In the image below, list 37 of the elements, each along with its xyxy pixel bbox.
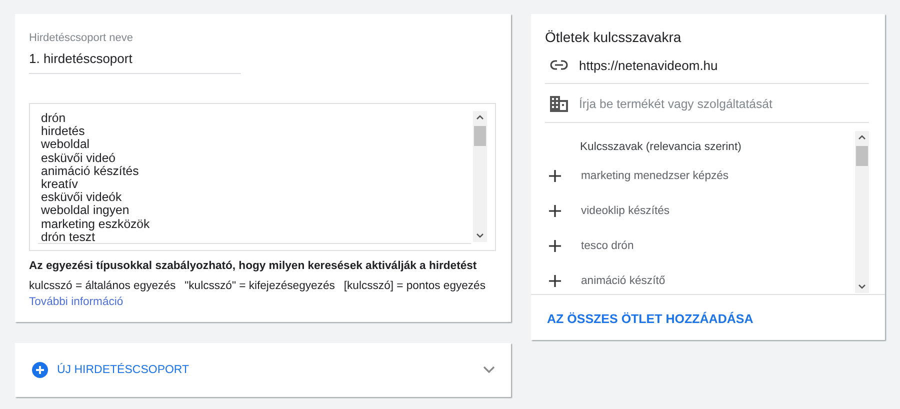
match-types-heading: Az egyezési típusokkal szabályozható, hogy milyen keresések aktiválják a hirdetést xyxy=(29,260,477,272)
chevron-icon[interactable] xyxy=(483,366,495,374)
scrollbar[interactable] xyxy=(855,131,869,294)
match-type-text: kulcsszó = általános egyezés xyxy=(29,280,176,292)
add-icon[interactable] xyxy=(549,170,561,182)
keyword-line: drón xyxy=(41,112,66,126)
group-name-field[interactable]: 1. hirdetéscsoport xyxy=(29,51,241,74)
keyword-line: kreatív xyxy=(41,178,78,192)
add-all-ideas-button[interactable]: AZ ÖSSZES ÖTLET HOZZÁADÁSA xyxy=(547,312,754,326)
keyword-line: esküvői videó xyxy=(41,152,116,165)
keyword-line: marketing eszközök xyxy=(41,218,150,231)
keyword-suggestion[interactable]: videoklip készítés xyxy=(581,204,670,216)
new-ad-group-button[interactable]: ÚJ HIRDETÉSCSOPORT xyxy=(32,362,190,378)
keyword-suggestion[interactable]: tesco drón xyxy=(581,240,634,252)
list-header: Kulcsszavak (relevancia szerint) xyxy=(579,140,742,155)
keyword-line: animáció készítés xyxy=(41,164,139,178)
match-type-text: "kulcsszó" = kifejezésegyezés xyxy=(184,280,335,292)
add-icon[interactable] xyxy=(549,240,561,252)
more-info-link[interactable]: További információ xyxy=(29,296,124,308)
link-icon xyxy=(550,60,568,70)
website-url: https://netenavideom.hu xyxy=(579,58,718,72)
panel-title: Ötletek kulcsszavakra xyxy=(545,29,682,45)
keyword-line: hirdetés xyxy=(41,125,85,138)
keyword-suggestion[interactable]: animáció készítő xyxy=(581,274,666,286)
add-icon[interactable] xyxy=(549,274,561,286)
add-circle-icon xyxy=(32,362,48,378)
building-icon xyxy=(550,96,568,112)
keyword-line: drón teszt xyxy=(41,230,95,244)
keyword-line: weboldal ingyen xyxy=(41,204,130,218)
field-label: Hirdetéscsoport neve xyxy=(29,32,134,44)
match-type-text: [kulcsszó] = pontos egyezés xyxy=(344,280,486,292)
add-icon[interactable] xyxy=(549,204,561,216)
keyword-line: esküvői videók xyxy=(41,191,122,204)
keywords-box[interactable]: drón hirdetés weboldal esküvői videó animáció készítés kreatív esküvői videók weboldal ingyen marketing eszközök drón teszt xyxy=(29,103,496,251)
keyword-suggestion[interactable]: marketing menedzser képzés xyxy=(581,170,729,182)
keyword-line: weboldal xyxy=(41,138,90,152)
product-field[interactable]: Írja be termékét vagy szolgáltatását xyxy=(579,97,859,111)
